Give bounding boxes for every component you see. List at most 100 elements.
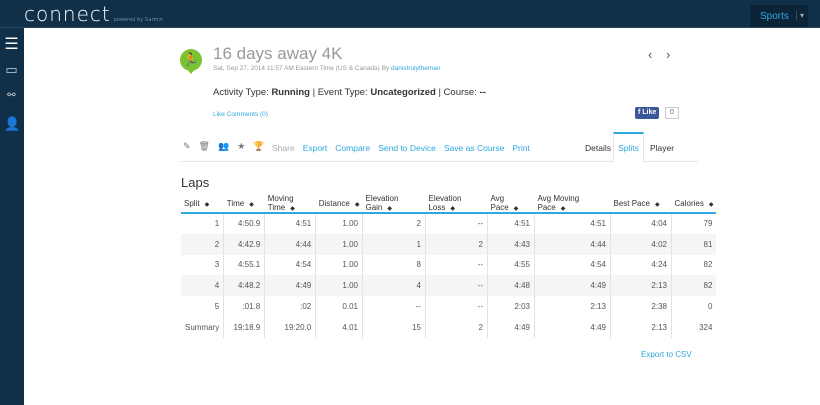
previous-activity-icon[interactable]: ‹ — [648, 47, 652, 62]
table-cell: -- — [424, 275, 488, 297]
column-label: Elevation Gain — [365, 194, 399, 212]
sort-icon: ◆ — [249, 201, 254, 208]
table-cell: 4:49 — [533, 275, 611, 297]
column-label: Elevation Loss — [428, 194, 462, 212]
activity-meta: Sat, Sep 27, 2014 11:57 AM Eastern Time … — [213, 65, 441, 72]
laps-table: Split ◆ Time ◆ Moving Time ◆ Distance ◆ Elevatio… — [181, 194, 717, 338]
tab-player[interactable]: Player — [650, 143, 674, 153]
table-cell: -- — [424, 213, 488, 234]
column-header[interactable]: Elevation Gain ◆ — [362, 194, 426, 214]
table-cell: 1.00 — [315, 233, 363, 255]
sidebar: ☰ ▭ ⚯ 👤 — [0, 28, 24, 405]
like-comments-link[interactable]: Like Comments (0) — [213, 111, 268, 118]
table-cell: 4:49 — [486, 316, 535, 338]
column-header[interactable]: Avg Moving Pace ◆ — [534, 194, 611, 214]
table-cell: 19:20.0 — [264, 316, 316, 338]
table-row: 4 4:48.2 4:49 1.00 4 -- 4:48 4:49 2:13 82 — [181, 275, 717, 297]
activity-type[interactable]: Running — [271, 87, 310, 98]
fb-like-label: Like — [642, 109, 657, 116]
logo-subtitle: powered by Garmin — [113, 17, 163, 23]
table-cell: 2:03 — [486, 296, 535, 317]
menu-icon[interactable]: ☰ — [4, 34, 19, 54]
table-cell: 4:51 — [486, 213, 535, 234]
sports-label: Sports — [760, 11, 789, 22]
table-cell: 4:43 — [486, 233, 535, 255]
delete-icon[interactable]: 🗑 — [199, 141, 210, 151]
activity-type-label: Activity Type: — [213, 87, 269, 98]
table-cell: 4:44 — [264, 233, 316, 255]
table-cell: -- — [361, 296, 426, 317]
table-row: 2 4:42.9 4:44 1.00 1 2 4:43 4:44 4:02 81 — [181, 233, 717, 255]
edit-icon[interactable]: ✎ — [183, 141, 191, 151]
table-cell: 1 — [361, 233, 426, 255]
send-to-device-button[interactable]: Send to Device — [378, 143, 436, 153]
table-cell: 1.00 — [315, 213, 363, 234]
table-cell: -- — [424, 296, 488, 317]
table-cell: Summary — [185, 322, 220, 332]
table-cell: -- — [424, 254, 488, 276]
export-button[interactable]: Export — [303, 143, 328, 153]
column-header[interactable]: Time ◆ — [223, 194, 265, 214]
user-link[interactable]: danistrulytheman — [391, 65, 441, 72]
column-header[interactable]: Best Pace ◆ — [610, 194, 672, 214]
logo-text: connect — [24, 2, 111, 26]
connect-logo[interactable]: connect powered by Garmin — [24, 2, 163, 26]
event-type[interactable]: Uncategorized — [370, 87, 435, 98]
table-cell: 4:54 — [264, 254, 316, 276]
table-cell: 4:44 — [533, 233, 611, 255]
activity-icon: 🏃 — [180, 49, 202, 71]
table-cell: 8 — [361, 254, 426, 276]
user-icon[interactable]: 👤 — [4, 116, 20, 132]
column-header[interactable]: Moving Time ◆ — [264, 194, 316, 214]
table-cell: 4:50.9 — [223, 213, 265, 234]
event-type-label: | Event Type: — [312, 87, 368, 98]
column-header[interactable]: Split ◆ — [181, 194, 224, 214]
connections-icon[interactable]: ⚯ — [4, 90, 19, 101]
table-cell: 4:48 — [486, 275, 535, 297]
column-header[interactable]: Distance ◆ — [315, 194, 363, 214]
compare-button[interactable]: Compare — [335, 143, 370, 153]
column-header[interactable]: Calories ◆ — [671, 194, 717, 214]
table-cell: 4:55 — [486, 254, 535, 276]
table-cell: 4:55.1 — [223, 254, 265, 276]
table-cell: 4.01 — [315, 316, 363, 338]
column-header[interactable]: Avg Pace ◆ — [487, 194, 535, 214]
tab-details[interactable]: Details — [585, 143, 611, 153]
group-icon[interactable]: 👥 — [218, 141, 229, 151]
course-value: -- — [479, 87, 486, 98]
course-label: | Course: — [438, 87, 477, 98]
column-header[interactable]: Elevation Loss ◆ — [425, 194, 488, 214]
table-cell: 0.01 — [315, 296, 363, 317]
column-label: Best Pace — [613, 198, 650, 208]
next-activity-icon[interactable]: › — [666, 47, 670, 62]
print-button[interactable]: Print — [512, 143, 529, 153]
chevron-down-icon: ▾ — [795, 11, 804, 20]
table-cell: 81 — [670, 233, 717, 255]
star-icon[interactable]: ★ — [237, 141, 245, 151]
save-as-course-button[interactable]: Save as Course — [444, 143, 504, 153]
activity-date: Sat, Sep 27, 2014 11:57 AM Eastern Time … — [213, 65, 390, 72]
table-cell: 4:49 — [264, 275, 316, 297]
share-button[interactable]: Share — [272, 143, 295, 153]
table-cell: 1.00 — [315, 254, 363, 276]
sort-icon: ◆ — [290, 206, 295, 212]
inbox-icon[interactable]: ▭ — [4, 62, 19, 78]
table-row: 5:01.8:02 0.01 -- -- 2:03 2:13 2:38 0 — [181, 296, 717, 317]
table-cell: 324 — [670, 316, 717, 338]
table-cell: 2 — [424, 233, 488, 255]
table-cell: 2 — [424, 316, 488, 338]
export-csv-link[interactable]: Export to CSV — [641, 350, 692, 359]
sports-dropdown[interactable]: Sports ▾ — [750, 5, 808, 27]
action-bar: Share Export Compare Send to Device Save as … — [272, 143, 543, 153]
trophy-icon[interactable]: 🏆 — [253, 141, 264, 151]
sort-icon: ◆ — [450, 206, 456, 212]
table-cell: 19:18.9 — [223, 316, 265, 338]
tab-splits[interactable]: Splits — [613, 132, 644, 162]
facebook-like-button[interactable]: f Like — [635, 107, 660, 119]
column-label: Split — [184, 198, 200, 208]
sort-icon: ◆ — [204, 201, 210, 208]
tab-splits-label: Splits — [618, 143, 639, 153]
table-cell: 4:49 — [533, 316, 611, 338]
sort-icon: ◆ — [387, 206, 393, 212]
activity-title[interactable]: 16 days away 4K — [213, 44, 342, 64]
